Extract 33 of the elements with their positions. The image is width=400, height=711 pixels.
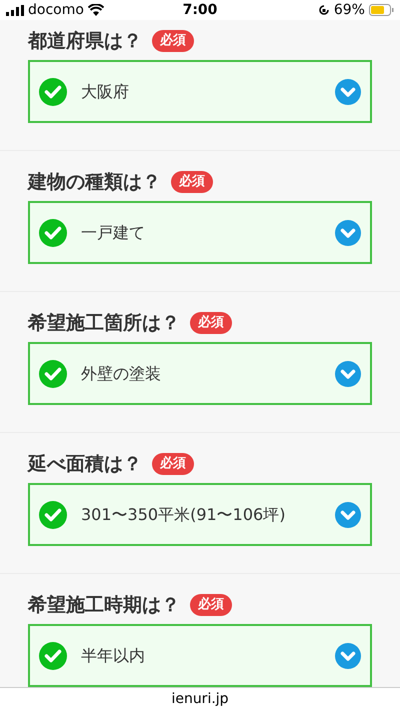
chevron-down-icon [335, 502, 361, 528]
chevron-down-icon [335, 360, 361, 386]
question-title: 希望施工時期は？ [28, 592, 180, 618]
select-field[interactable]: 半年以内 [28, 624, 372, 687]
signal-icon [6, 4, 24, 16]
select-field[interactable]: 一戸建て [28, 201, 372, 264]
site-url: ienuri.jp [171, 690, 229, 709]
carrier-name: docomo [28, 0, 84, 20]
required-badge: 必須 [171, 171, 213, 193]
status-time: 7:00 [182, 0, 218, 20]
chevron-down-icon [335, 78, 361, 104]
wifi-icon [88, 4, 104, 16]
select-value: 301〜350平米(91〜106坪) [81, 504, 286, 526]
required-badge: 必須 [152, 453, 194, 475]
question-title: 延べ面積は？ [28, 452, 142, 477]
select-value: 大阪府 [81, 80, 130, 102]
select-field[interactable]: 301〜350平米(91〜106坪) [28, 483, 372, 546]
select-field[interactable]: 大阪府 [28, 60, 372, 123]
required-badge: 必須 [190, 594, 232, 616]
battery-icon [368, 4, 394, 16]
select-value: 外壁の塗装 [81, 362, 162, 384]
rotation-lock-icon [318, 4, 330, 16]
select-value: 一戸建て [81, 222, 146, 244]
question-title: 建物の種類は？ [28, 170, 161, 195]
battery-percent: 69% [334, 0, 365, 20]
question-title: 希望施工箇所は？ [28, 310, 180, 336]
chevron-down-icon [335, 220, 361, 246]
select-value: 半年以内 [81, 644, 146, 666]
required-badge: 必須 [152, 30, 194, 52]
question-title: 都道府県は？ [28, 28, 142, 54]
select-field[interactable]: 外壁の塗装 [28, 342, 372, 405]
required-badge: 必須 [190, 312, 232, 334]
chevron-down-icon [335, 642, 361, 668]
